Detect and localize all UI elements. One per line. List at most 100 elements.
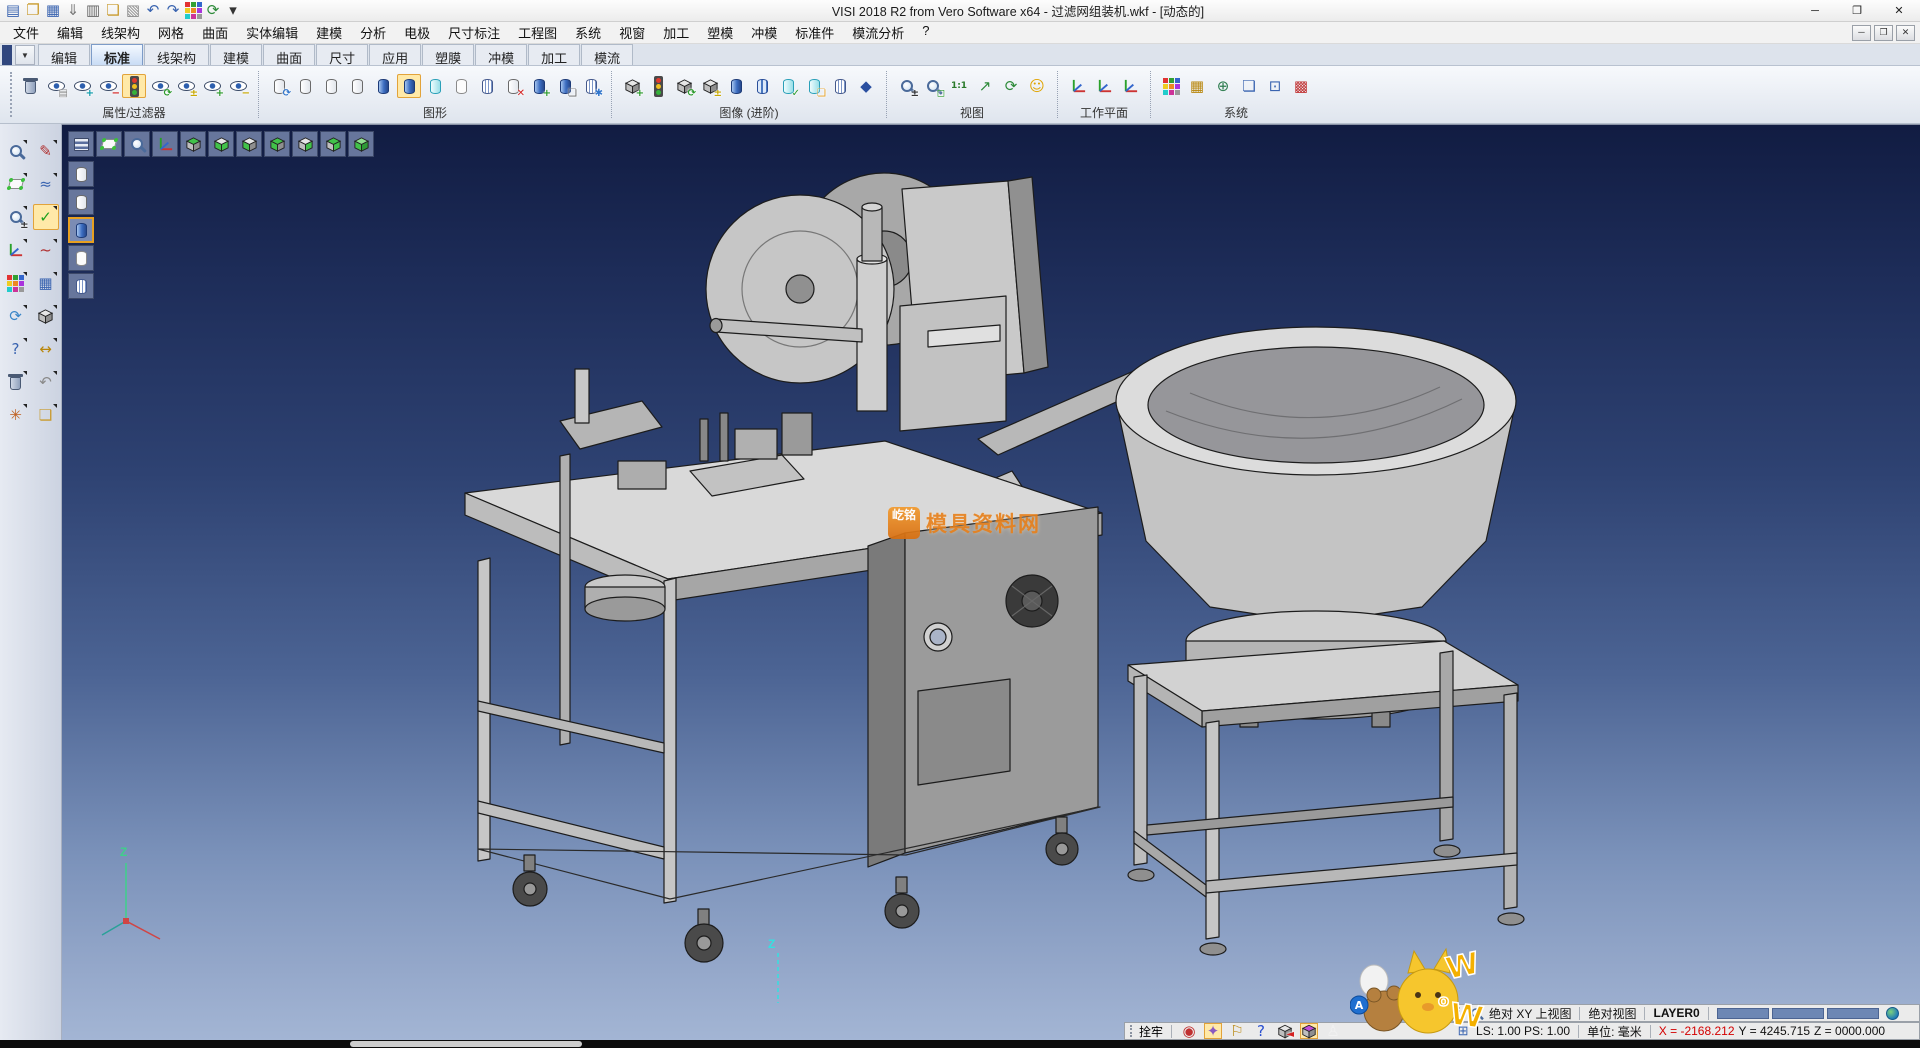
display-mesh-icon[interactable] [68, 273, 94, 299]
ribbon-tab-3[interactable]: 线架构 [144, 44, 209, 65]
mdi-restore-button[interactable]: ❐ [1874, 25, 1893, 41]
quickbar-more-icon[interactable]: ▾ [224, 2, 242, 20]
copy-graphics-icon[interactable]: ❏ [553, 74, 577, 98]
advanced-add-icon[interactable]: + [620, 74, 644, 98]
menu-item-8[interactable]: 分析 [351, 23, 395, 42]
render-settings-icon[interactable] [3, 270, 29, 296]
view-menu-icon[interactable] [68, 131, 94, 157]
flat-display-icon[interactable] [449, 74, 473, 98]
shaded-display-icon[interactable] [371, 74, 395, 98]
refresh-visibility-icon[interactable]: ⟳ [148, 74, 172, 98]
cpl-axis-icon[interactable] [3, 237, 29, 263]
globe-icon[interactable] [1886, 1007, 1899, 1020]
snap-icon[interactable]: ◉ [1180, 1023, 1198, 1039]
dashed-display-icon[interactable] [345, 74, 369, 98]
cpl-icon[interactable] [152, 131, 178, 157]
delete-graphics-icon[interactable]: ✕ [501, 74, 525, 98]
selection-filter-icon[interactable] [122, 74, 146, 98]
status-zoom-icon[interactable] [1467, 1005, 1485, 1021]
solid-mesh-icon[interactable] [828, 74, 852, 98]
menu-item-16[interactable]: 冲模 [742, 23, 786, 42]
mdi-close-button[interactable]: ✕ [1896, 25, 1915, 41]
ribbon-tab-5[interactable]: 曲面 [263, 44, 315, 65]
ribbon-tab-11[interactable]: 模流 [581, 44, 633, 65]
display-flat-icon[interactable] [68, 245, 94, 271]
paste-icon[interactable]: ▧ [124, 2, 142, 20]
magic-wand-icon[interactable]: ✦ [1204, 1023, 1222, 1039]
menu-item-11[interactable]: 工程图 [509, 23, 566, 42]
window-grid-icon[interactable]: ⊞ [1454, 1023, 1472, 1039]
menu-item-17[interactable]: 标准件 [786, 23, 843, 42]
refresh-icon[interactable]: ⟳ [204, 2, 222, 20]
menu-item-9[interactable]: 电极 [395, 23, 439, 42]
solid-sheet-icon[interactable]: ❏ [802, 74, 826, 98]
menu-item-13[interactable]: 视窗 [610, 23, 654, 42]
view-top-icon[interactable] [180, 131, 206, 157]
measure-icon[interactable]: ↔ [33, 336, 59, 362]
menu-item-1[interactable]: 文件 [4, 23, 48, 42]
sketch-delete-icon[interactable]: ✎ [33, 138, 59, 164]
menu-item-15[interactable]: 塑模 [698, 23, 742, 42]
display-shaded-icon[interactable] [68, 217, 94, 243]
menu-item-7[interactable]: 建模 [307, 23, 351, 42]
color-table-icon[interactable] [1159, 74, 1183, 98]
query-icon[interactable]: ? [1252, 1023, 1270, 1039]
print-icon[interactable]: ▥ [84, 2, 102, 20]
ribbon-tab-1[interactable]: 编辑 [38, 44, 90, 65]
calculator-icon[interactable]: ▦ [1185, 74, 1209, 98]
undo-view-icon[interactable]: ↶ [33, 369, 59, 395]
ribbon-tab-10[interactable]: 加工 [528, 44, 580, 65]
zoom-window-icon[interactable]: ◻ [921, 74, 945, 98]
advanced-refresh-icon[interactable]: ⟳ [672, 74, 696, 98]
lock-toggle[interactable]: 拴牢 [1139, 1023, 1163, 1040]
view-right-icon[interactable] [292, 131, 318, 157]
advanced-toggle-icon[interactable]: ± [698, 74, 722, 98]
view-mode-label[interactable]: 绝对 XY 上视图 [1489, 1005, 1571, 1022]
view-front-icon[interactable] [320, 131, 346, 157]
workplane-move-icon[interactable] [1092, 74, 1116, 98]
help-icon[interactable]: ? [3, 336, 29, 362]
export-cube-icon[interactable]: ◄ [1276, 1023, 1294, 1039]
zoom-solid-icon[interactable]: ± [3, 204, 29, 230]
open-model-icon[interactable]: ❏ [33, 402, 59, 428]
display-hidden-icon[interactable] [68, 189, 94, 215]
display-wireframe-icon[interactable] [68, 161, 94, 187]
menu-item-2[interactable]: 编辑 [48, 23, 92, 42]
solid-striped-icon[interactable] [750, 74, 774, 98]
spline-icon[interactable]: ~ [33, 237, 59, 263]
refresh-view-icon[interactable]: ⟳ [3, 303, 29, 329]
view-observer-icon[interactable]: ☺ [1025, 74, 1049, 98]
hide-all-icon[interactable]: − [226, 74, 250, 98]
view-back-icon[interactable] [264, 131, 290, 157]
zoom-select-icon[interactable] [3, 138, 29, 164]
pan-view-icon[interactable]: ↗ [973, 74, 997, 98]
solid-shaded-icon[interactable] [724, 74, 748, 98]
transparent-display-icon[interactable] [423, 74, 447, 98]
settings-window-icon[interactable]: ❏ [1237, 74, 1261, 98]
minimize-button[interactable]: ─ [1794, 0, 1836, 21]
navigate-wheel-icon[interactable]: ✳ [3, 402, 29, 428]
modify-attributes-icon[interactable] [18, 74, 42, 98]
cpl-cube-icon[interactable] [1300, 1023, 1318, 1039]
system-options-icon[interactable]: ⊕ [1211, 74, 1235, 98]
pick-icon[interactable]: ⚐ [1228, 1023, 1246, 1039]
bust-icon[interactable]: ♙ [1324, 1023, 1342, 1039]
confirm-icon[interactable]: ✓ [33, 204, 59, 230]
undo-icon[interactable]: ↶ [144, 2, 162, 20]
add-graphics-icon[interactable]: + [527, 74, 551, 98]
copy-icon[interactable]: ❏ [104, 2, 122, 20]
system-grid-icon[interactable]: ▩ [1289, 74, 1313, 98]
menu-item-19[interactable]: ? [913, 23, 938, 42]
import-icon[interactable]: ⇓ [64, 2, 82, 20]
ribbon-tab-4[interactable]: 建模 [210, 44, 262, 65]
maximize-button[interactable]: ❐ [1836, 0, 1878, 21]
view-bottom-icon[interactable] [208, 131, 234, 157]
zoom-1to1-icon[interactable]: 1:1 [947, 74, 971, 98]
view-left-icon[interactable] [236, 131, 262, 157]
fit-view-icon[interactable] [3, 171, 29, 197]
new-file-icon[interactable]: ▤ [4, 2, 22, 20]
menu-item-5[interactable]: 曲面 [193, 23, 237, 42]
palette-icon[interactable] [184, 2, 202, 20]
ribbon-tab-8[interactable]: 塑膜 [422, 44, 474, 65]
menu-item-12[interactable]: 系统 [566, 23, 610, 42]
